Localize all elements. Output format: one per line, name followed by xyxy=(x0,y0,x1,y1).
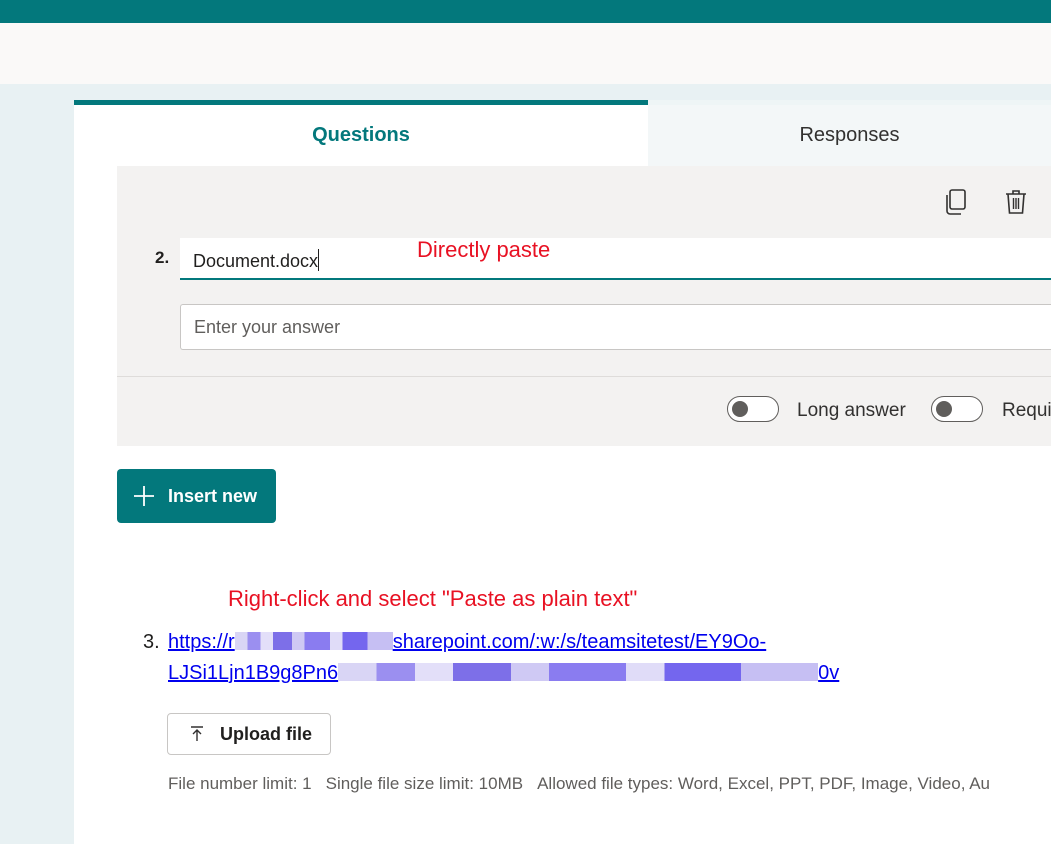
sharepoint-link-line-2[interactable]: LJSi1Ljn1B9g8Pn6 0v xyxy=(168,662,839,685)
file-number-limit: File number limit: 1 xyxy=(168,774,312,793)
app-top-bar xyxy=(0,0,1051,23)
trash-icon[interactable] xyxy=(1003,188,1029,216)
redacted-blur xyxy=(338,663,819,681)
question-number-3: 3. xyxy=(143,631,160,653)
required-toggle[interactable] xyxy=(931,396,983,422)
allowed-file-types: Allowed file types: Word, Excel, PPT, PD… xyxy=(537,774,990,793)
command-bar xyxy=(0,23,1051,84)
tab-responses[interactable]: Responses xyxy=(648,100,1051,166)
sharepoint-link-line-1[interactable]: https://r sharepoint.com/:w:/s/teamsitete… xyxy=(168,631,766,654)
tab-questions[interactable]: Questions xyxy=(74,100,648,166)
question-number: 2. xyxy=(155,248,170,267)
upload-file-label: Upload file xyxy=(220,723,313,744)
card-divider xyxy=(117,376,1051,377)
question-title-input[interactable]: Document.docx xyxy=(180,238,1051,280)
form-editor-panel: Questions Responses 2. Document.docx Dir… xyxy=(74,100,1051,844)
upload-limits: File number limit: 1 Single file size lim… xyxy=(168,774,1004,794)
question-title-text: Document.docx xyxy=(193,251,319,271)
question-card-2: 2. Document.docx Directly paste Enter yo… xyxy=(117,166,1051,446)
answer-input[interactable]: Enter your answer xyxy=(180,304,1051,350)
insert-new-button[interactable]: Insert new xyxy=(117,469,276,523)
annotation-direct-paste: Directly paste xyxy=(417,237,551,262)
redacted-blur xyxy=(234,632,393,650)
required-label: Requi xyxy=(1002,400,1051,421)
plus-icon xyxy=(134,486,154,506)
insert-new-label: Insert new xyxy=(168,485,258,506)
annotation-plain-text-paste: Right-click and select "Paste as plain t… xyxy=(228,586,638,611)
upload-arrow-icon xyxy=(191,726,203,741)
long-answer-toggle[interactable] xyxy=(727,396,779,422)
file-size-limit: Single file size limit: 10MB xyxy=(325,774,524,793)
upload-file-button[interactable]: Upload file xyxy=(167,713,331,755)
long-answer-label: Long answer xyxy=(797,400,906,421)
text-caret xyxy=(318,249,320,271)
copy-icon[interactable] xyxy=(943,188,969,216)
